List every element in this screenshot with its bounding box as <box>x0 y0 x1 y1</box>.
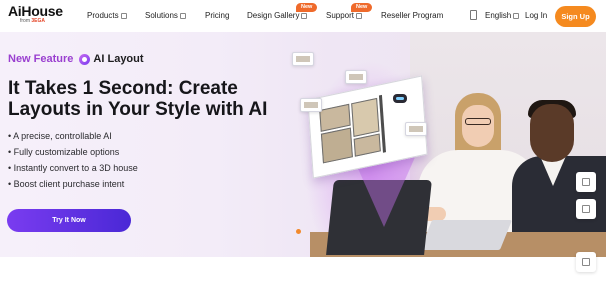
nav-support-label: Support <box>326 11 355 20</box>
logo-subtitle: from 3EGA <box>20 18 62 25</box>
feature-bullet: • Boost client purchase intent <box>8 179 125 189</box>
logo-sub-brand: 3EGA <box>31 18 46 24</box>
chevron-down-icon <box>120 13 127 19</box>
try-it-now-button[interactable]: Try It Now <box>7 209 131 232</box>
cart-icon[interactable] <box>470 10 477 20</box>
top-icon-glyph <box>582 258 590 266</box>
language-selector[interactable]: English <box>485 10 520 22</box>
feature-bullet: • A precise, controllable AI <box>8 131 112 141</box>
feature-tag: New Feature AI Layout <box>8 52 144 66</box>
signup-button[interactable]: Sign Up <box>555 6 596 27</box>
hero-banner: New Feature AI Layout It Takes 1 Second:… <box>0 32 606 257</box>
woman-face <box>462 105 494 147</box>
chat-icon[interactable] <box>576 172 596 192</box>
logo-name: AiHouse <box>8 3 63 19</box>
laptop-keyboard <box>419 220 513 250</box>
glasses <box>465 118 491 125</box>
feature-bullet: • Instantly convert to a 3D house <box>8 163 138 173</box>
logo-sub-prefix: from <box>20 18 30 24</box>
nav-products-label: Products <box>87 11 119 20</box>
nav-solutions[interactable]: Solutions <box>145 10 186 22</box>
feature-name: AI Layout <box>93 53 144 65</box>
new-badge: New <box>296 3 318 12</box>
feature-bullet: • Fully customizable options <box>8 147 120 157</box>
language-label: English <box>485 11 512 20</box>
feedback-icon-glyph <box>582 205 590 213</box>
layout-thumbnail <box>405 122 427 136</box>
nav-reseller-label: Reseller Program <box>381 11 444 20</box>
nav-pricing[interactable]: Pricing <box>205 10 229 22</box>
ai-layout-icon <box>79 53 91 65</box>
nav-pricing-label: Pricing <box>205 11 230 20</box>
layout-thumbnail <box>345 70 367 84</box>
layout-thumbnail <box>292 52 314 66</box>
nav-reseller-program[interactable]: Reseller Program <box>381 10 443 22</box>
nav-solutions-label: Solutions <box>145 11 178 20</box>
new-badge: New <box>351 3 373 12</box>
chat-icon-glyph <box>582 178 590 186</box>
floorplan-room <box>351 97 380 137</box>
feature-list: • A precise, controllable AI • Fully cus… <box>8 128 138 192</box>
nav-products[interactable]: Products <box>87 10 127 22</box>
carousel-dot-active[interactable] <box>296 229 301 234</box>
feedback-icon[interactable] <box>576 199 596 219</box>
top-icon[interactable] <box>576 252 596 272</box>
chevron-down-icon <box>513 13 520 19</box>
feature-label: New Feature <box>8 53 74 65</box>
floorplan-room <box>320 127 353 164</box>
chevron-down-icon <box>356 13 363 19</box>
vr-headset-icon <box>393 94 407 103</box>
chevron-down-icon <box>301 13 308 19</box>
hero-headline: It Takes 1 Second: Create Layouts in You… <box>8 78 268 120</box>
login-link[interactable]: Log In <box>525 10 547 22</box>
top-navigation: AiHouse from 3EGA Products Solutions Pri… <box>0 0 606 32</box>
aihouse-logo[interactable]: AiHouse from 3EGA <box>8 3 63 28</box>
layout-thumbnail <box>300 98 322 112</box>
chevron-down-icon <box>179 13 186 19</box>
floorplan-room <box>353 133 381 157</box>
man-face <box>530 104 574 162</box>
nav-design-gallery-label: Design Gallery <box>247 11 300 20</box>
